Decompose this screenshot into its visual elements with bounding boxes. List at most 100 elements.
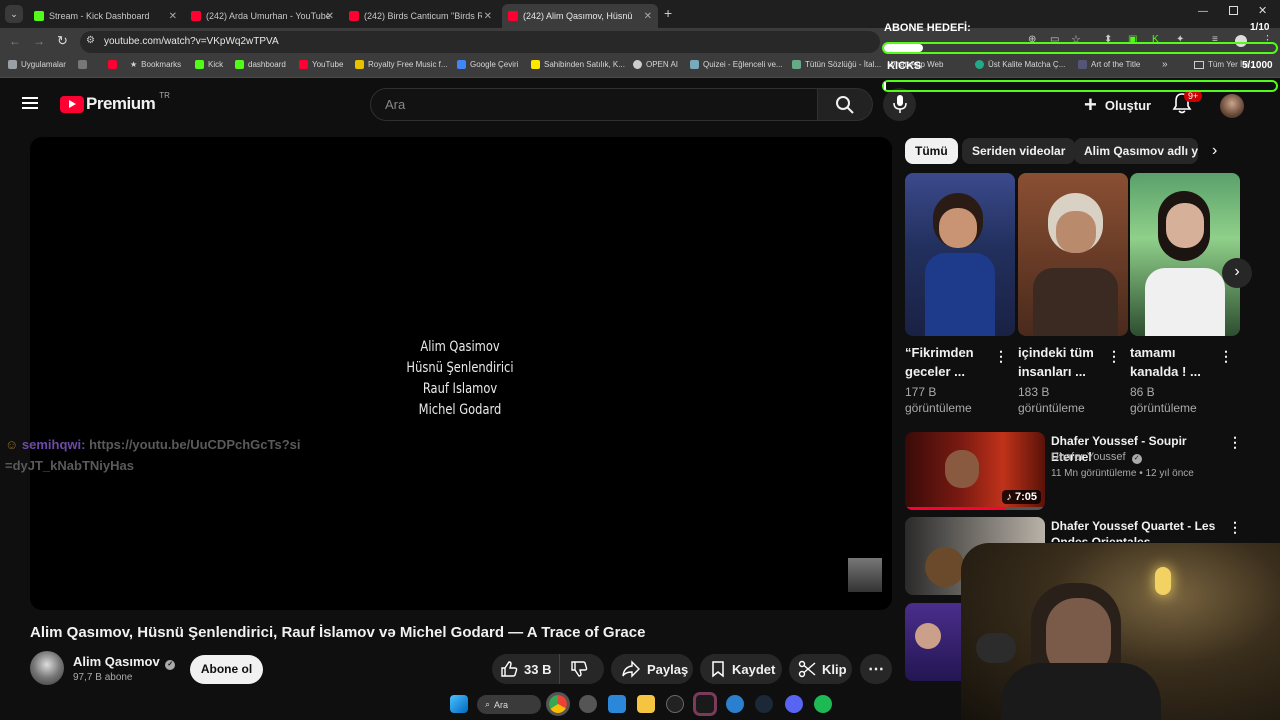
address-bar[interactable]: ⚙ youtube.com/watch?v=VKpWq2wTPVA [80,31,880,53]
shorts-next-button[interactable]: › [1222,258,1252,288]
voice-search-button[interactable] [883,88,916,121]
bookmark-quizei[interactable]: Quizei - Eğlenceli ve... [690,60,783,69]
bookmark-apps[interactable]: Uygulamalar [8,60,66,69]
short-title[interactable]: içindeki tüm insanları ... [1018,343,1108,381]
short-title[interactable]: tamamı kanalda ! ... [1130,343,1210,381]
save-button[interactable]: Kaydet [700,654,782,684]
recommended-menu-icon[interactable]: ⋮ [1228,434,1242,451]
discord-taskbar-icon[interactable] [785,695,803,713]
tab-list-button[interactable]: ⌄ [5,5,23,23]
maximize-window-icon[interactable] [1229,6,1238,15]
short-menu-icon[interactable]: ⋮ [1107,348,1121,365]
minimize-window-icon[interactable]: — [1198,6,1208,17]
short-menu-icon[interactable]: ⋮ [994,348,1008,365]
bookmark-kick[interactable]: Kick [195,60,223,69]
back-arrow-icon[interactable]: ← [9,34,21,48]
bookmark-youtube-red[interactable] [108,60,121,69]
search-icon [836,96,854,114]
close-tab-icon[interactable]: ✕ [644,11,652,22]
youtube-logo[interactable]: Premium TR [60,90,170,114]
bookmark-matcha[interactable]: Üst Kalite Matcha Ç... [975,60,1065,69]
video-player[interactable]: Alim Qasimov Hüsnü Şenlendirici Rauf Isl… [30,137,892,610]
forward-arrow-icon[interactable]: → [33,34,45,48]
short-menu-icon[interactable]: ⋮ [1219,348,1233,365]
recommended-title[interactable]: Dhafer Youssef Quartet - Les Ondes Orien… [1051,518,1221,542]
recommended-menu-icon[interactable]: ⋮ [1228,519,1242,536]
reload-icon[interactable]: ↻ [57,33,68,49]
subscriber-goal-bar [882,42,1278,54]
channel-avatar[interactable] [30,651,64,685]
new-tab-button[interactable]: + [664,5,672,21]
like-dislike-group: 33 B [492,654,604,684]
short-thumbnail[interactable] [905,173,1015,336]
bookmark-art-of-title[interactable]: Art of the Title [1078,60,1140,69]
steam-taskbar-icon[interactable] [755,695,773,713]
subscribe-button[interactable]: Abone ol [190,655,263,684]
spotify-taskbar-icon[interactable] [814,695,832,713]
create-button[interactable]: + Oluştur [1078,90,1151,120]
close-window-icon[interactable]: ✕ [1258,4,1267,17]
browser-tab-kick[interactable]: Stream - Kick Dashboard ✕ [28,4,183,28]
bookmark-openai[interactable]: OPEN AI [633,60,678,69]
kicks-goal-label: KICKS [887,60,922,72]
file-explorer-taskbar-icon[interactable] [637,695,655,713]
account-avatar[interactable] [1220,94,1244,118]
recommended-thumbnail[interactable]: ♪ 7:05 [905,432,1045,510]
chrome-taskbar-icon[interactable] [549,695,567,713]
obs-taskbar-icon[interactable] [666,695,684,713]
search-button[interactable] [818,88,873,121]
short-title[interactable]: “Fikrimden geceler ... [905,343,995,381]
chip-all[interactable]: Tümü [905,138,958,164]
browser-tab-arda[interactable]: (242) Arda Umurhan - YouTube ✕ [185,4,340,28]
chip-uploader[interactable]: Alim Qasımov adlı yüklemeden [1074,138,1198,164]
scissors-icon [798,660,816,678]
channel-name[interactable]: Alim Qasımov ✓ [73,654,176,670]
close-tab-icon[interactable]: ✕ [484,11,492,22]
like-button[interactable]: 33 B [492,654,560,684]
youtube-icon [299,60,308,69]
thumbs-up-icon [501,661,518,677]
art-icon [1078,60,1087,69]
notifications-button[interactable]: 9+ [1172,90,1203,119]
clip-button[interactable]: Klip [789,654,852,684]
bookmark-royalty-free[interactable]: Royalty Free Music f... [355,60,448,69]
taskbar-search[interactable]: ⌕ Ara [477,695,541,714]
hamburger-menu-icon[interactable] [22,97,38,109]
bookmark-sahibinden[interactable]: Sahibinden Satılık, K... [531,60,625,69]
bookmark-bookmarks[interactable]: ★ Bookmarks [130,60,181,69]
kicks-goal-fill [884,82,886,90]
region-code: TR [159,90,170,100]
store-taskbar-icon[interactable] [608,695,626,713]
browser-tab-birds[interactable]: (242) Birds Canticum "Birds Req ✕ [343,4,498,28]
search-input[interactable]: Ara [370,88,818,121]
chips-next-chevron-icon[interactable]: › [1212,142,1217,160]
kicks-goal-count: 5/1000 [1242,60,1273,71]
site-info-icon[interactable]: ⚙ [86,35,95,46]
bookmarks-overflow-icon[interactable]: » [1162,59,1168,70]
windows-start-icon[interactable] [450,695,468,713]
short-thumbnail[interactable] [1018,173,1128,336]
close-tab-icon[interactable]: ✕ [169,11,177,22]
chip-series[interactable]: Seriden videolar [962,138,1076,164]
close-tab-icon[interactable]: ✕ [326,11,334,22]
share-button[interactable]: Paylaş [611,654,693,684]
tab-title: (242) Birds Canticum "Birds Req [364,11,482,21]
subscriber-goal-fill [884,44,924,52]
edge-taskbar-icon[interactable] [726,695,744,713]
search-placeholder: Ara [385,97,406,112]
bookmark-dashboard[interactable]: dashboard [235,60,286,69]
app-taskbar-icon[interactable] [579,695,597,713]
bookmark-tutun[interactable]: Tütün Sözlüğü - İtal... [792,60,881,69]
short-thumbnail[interactable] [1130,173,1240,336]
music-note-icon: ♪ [1006,491,1015,503]
channel-watermark[interactable] [848,558,882,592]
recommended-thumbnail[interactable] [905,603,963,681]
bookmark-youtube[interactable]: YouTube [299,60,343,69]
terminal-taskbar-icon[interactable] [696,695,714,713]
more-actions-button[interactable]: ⋯ [860,654,892,684]
bookmark-google-translate[interactable]: Google Çeviri [457,60,518,69]
dislike-button[interactable] [560,654,588,684]
bookmark-grid[interactable] [78,60,91,69]
recommended-channel[interactable]: Dhafer Youssef ✓ [1051,451,1142,464]
browser-tab-active[interactable]: (242) Alim Qasımov, Hüsnü Şen ✕ [502,4,658,28]
